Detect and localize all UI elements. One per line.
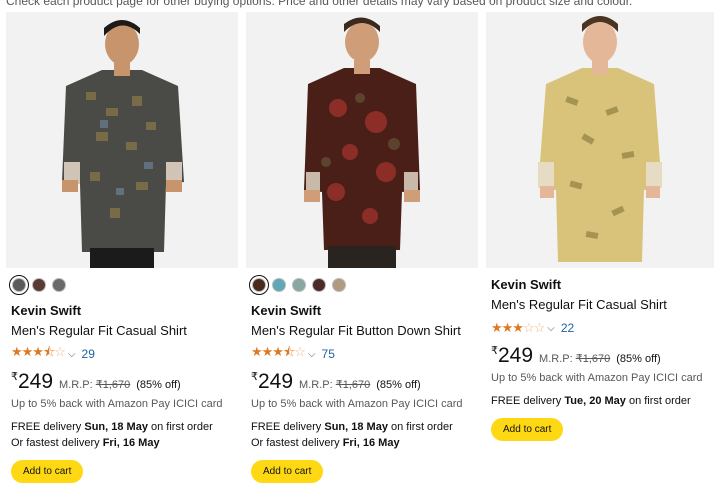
rating-row: ★★★☆☆ ⌵ 22	[491, 320, 710, 336]
fastest-date: Fri, 16 May	[102, 437, 160, 449]
mrp-label: M.R.P:	[299, 379, 333, 391]
product-image[interactable]	[6, 12, 238, 268]
rating-row: ★★★⯪☆ ⌵ 29	[11, 343, 234, 365]
delivery-date: Sun, 18 May	[84, 421, 148, 433]
product-card: Kevin Swift Men's Regular Fit Casual Shi…	[6, 12, 238, 489]
delivery-info: FREE delivery Sun, 18 May on first order…	[11, 419, 234, 451]
discount: (85% off)	[376, 379, 421, 391]
color-swatch[interactable]	[52, 278, 66, 292]
product-info: Kevin Swift Men's Regular Fit Casual Shi…	[491, 276, 710, 441]
color-swatch[interactable]	[272, 278, 286, 292]
cashback-offer: Up to 5% back with Amazon Pay ICICI card	[491, 372, 703, 384]
chevron-down-icon[interactable]: ⌵	[547, 323, 555, 334]
product-card: Kevin Swift Men's Regular Fit Casual Shi…	[486, 12, 714, 489]
price[interactable]: 249	[258, 371, 293, 393]
rating-row: ★★★⯪☆ ⌵ 75	[251, 343, 474, 365]
star-rating-icon[interactable]: ★★★⯪☆	[251, 343, 306, 365]
mrp: M.R.P: ₹1,670	[59, 378, 130, 391]
mrp-label: M.R.P:	[59, 379, 93, 391]
discount: (85% off)	[136, 379, 181, 391]
product-title-link[interactable]: Men's Regular Fit Button Down Shirt	[251, 322, 474, 340]
color-swatch[interactable]	[9, 275, 29, 295]
cashback-offer: Up to 5% back with Amazon Pay ICICI card	[251, 398, 463, 410]
rating-count-link[interactable]: 75	[322, 347, 335, 361]
price[interactable]: 249	[498, 345, 533, 367]
delivery-prefix: FREE delivery	[251, 421, 325, 433]
buying-options-notice: Check each product page for other buying…	[6, 0, 633, 8]
delivery-date: Tue, 20 May	[564, 395, 626, 407]
color-swatch[interactable]	[32, 278, 46, 292]
color-swatch[interactable]	[292, 278, 306, 292]
chevron-down-icon[interactable]: ⌵	[308, 349, 316, 360]
add-to-cart-button[interactable]: Add to cart	[251, 460, 324, 483]
currency-symbol: ₹	[251, 371, 258, 383]
price-row: ₹ 249 M.R.P: ₹1,670 (85% off)	[491, 345, 710, 367]
cashback-offer: Up to 5% back with Amazon Pay ICICI card	[11, 398, 223, 410]
delivery-suffix: on first order	[625, 395, 691, 407]
mrp-label: M.R.P:	[539, 353, 573, 365]
product-title-link[interactable]: Men's Regular Fit Casual Shirt	[11, 322, 234, 340]
color-swatch[interactable]	[249, 275, 269, 295]
brand-name: Kevin Swift	[251, 303, 322, 318]
fastest-date: Fri, 16 May	[342, 437, 400, 449]
product-info: Kevin Swift Men's Regular Fit Casual Shi…	[11, 302, 234, 483]
fastest-prefix: Or fastest delivery	[251, 437, 343, 449]
mrp-value: ₹1,670	[335, 379, 371, 391]
brand-name: Kevin Swift	[491, 277, 562, 292]
mrp: M.R.P: ₹1,670	[299, 378, 370, 391]
delivery-suffix: on first order	[147, 421, 213, 433]
delivery-suffix: on first order	[387, 421, 453, 433]
rating-count-link[interactable]: 22	[561, 321, 574, 335]
color-swatch[interactable]	[312, 278, 326, 292]
fastest-prefix: Or fastest delivery	[11, 437, 103, 449]
price-row: ₹ 249 M.R.P: ₹1,670 (85% off)	[11, 371, 234, 393]
mrp-value: ₹1,670	[575, 353, 611, 365]
delivery-info: FREE delivery Sun, 18 May on first order…	[251, 419, 474, 451]
product-image[interactable]	[486, 12, 714, 268]
delivery-info: FREE delivery Tue, 20 May on first order	[491, 393, 710, 409]
product-info: Kevin Swift Men's Regular Fit Button Dow…	[251, 302, 474, 483]
delivery-prefix: FREE delivery	[11, 421, 85, 433]
currency-symbol: ₹	[11, 371, 18, 383]
product-title-link[interactable]: Men's Regular Fit Casual Shirt	[491, 296, 710, 314]
add-to-cart-button[interactable]: Add to cart	[491, 418, 564, 441]
price[interactable]: 249	[18, 371, 53, 393]
add-to-cart-button[interactable]: Add to cart	[11, 460, 84, 483]
delivery-prefix: FREE delivery	[491, 395, 565, 407]
star-rating-icon[interactable]: ★★★☆☆	[491, 320, 545, 336]
product-card: Kevin Swift Men's Regular Fit Button Dow…	[246, 12, 478, 489]
chevron-down-icon[interactable]: ⌵	[68, 349, 76, 360]
star-rating-icon[interactable]: ★★★⯪☆	[11, 343, 66, 365]
product-image[interactable]	[246, 12, 478, 268]
rating-count-link[interactable]: 29	[82, 347, 95, 361]
brand-name: Kevin Swift	[11, 303, 82, 318]
mrp: M.R.P: ₹1,670	[539, 352, 610, 365]
color-swatches	[249, 275, 346, 295]
delivery-date: Sun, 18 May	[324, 421, 388, 433]
currency-symbol: ₹	[491, 345, 498, 357]
price-row: ₹ 249 M.R.P: ₹1,670 (85% off)	[251, 371, 474, 393]
color-swatch[interactable]	[332, 278, 346, 292]
mrp-value: ₹1,670	[95, 379, 131, 391]
color-swatches	[9, 275, 66, 295]
discount: (85% off)	[616, 353, 661, 365]
